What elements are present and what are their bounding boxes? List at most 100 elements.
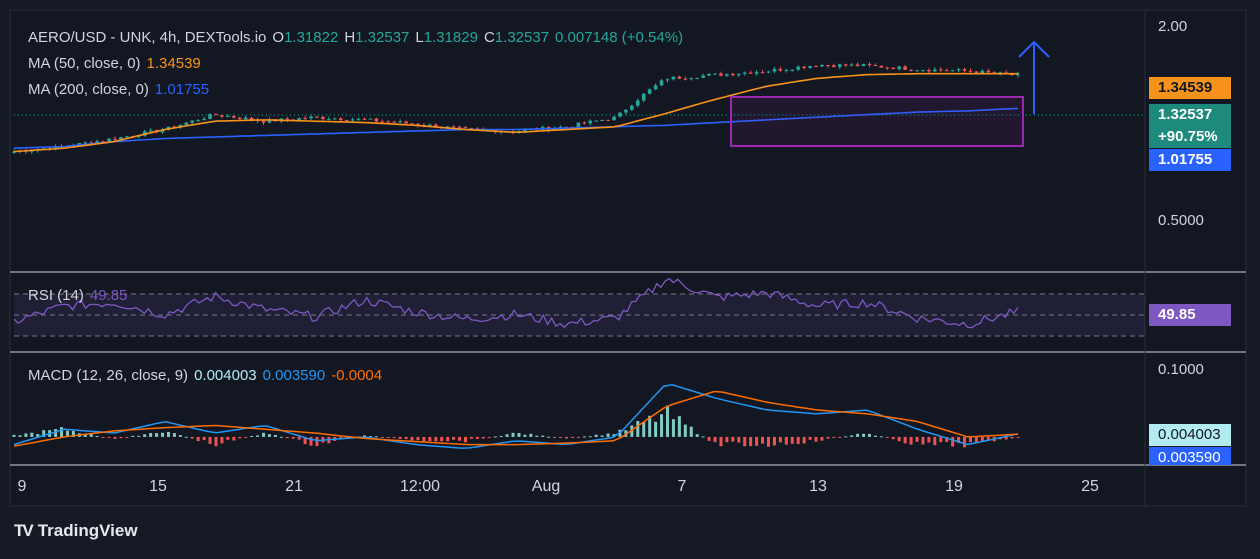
candle-body — [386, 121, 391, 123]
time-axis-label: 25 — [1081, 478, 1099, 495]
candle-body — [594, 120, 599, 122]
ma200-legend-label: MA (200, close, 0) — [28, 81, 149, 98]
macd-histogram-bar — [95, 436, 99, 438]
change-label: 0.007148 (+0.54%) — [555, 29, 684, 46]
macd-histogram-bar — [60, 427, 64, 437]
candle-body — [689, 78, 694, 80]
candle-body — [184, 122, 189, 125]
macd-histogram-bar — [505, 434, 509, 437]
macd-histogram-bar — [529, 433, 533, 437]
macd-histogram-bar — [689, 426, 693, 437]
time-axis-label: 19 — [945, 478, 963, 495]
candle-body — [606, 119, 610, 121]
candle-body — [618, 112, 622, 117]
macd-histogram-bar — [707, 436, 711, 441]
candle-body — [600, 119, 604, 121]
candle-body — [647, 89, 652, 94]
candle-body — [808, 66, 812, 68]
macd-histogram-bar — [487, 436, 491, 438]
candle-body — [356, 118, 361, 120]
macd-histogram-bar — [636, 420, 640, 437]
candle-body — [879, 65, 884, 68]
macd-histogram-bar — [582, 436, 586, 438]
ma50-legend-value: 1.34539 — [146, 55, 201, 72]
candle-body — [463, 127, 468, 129]
candle-body — [338, 118, 343, 121]
candle-body — [665, 79, 670, 81]
candle-body — [897, 66, 901, 70]
macd-histogram-bar — [232, 436, 236, 441]
macd-histogram-bar — [374, 436, 378, 438]
macd-histogram-bar — [469, 436, 473, 439]
macd-histogram-bar — [523, 434, 527, 437]
macd-histogram-bar — [178, 435, 182, 437]
macd-histogram-bar — [826, 436, 830, 439]
candle-body — [820, 64, 824, 67]
macd-histogram-bar — [244, 436, 248, 438]
candle-body — [843, 64, 848, 66]
candle-body — [582, 122, 587, 124]
time-axis-label: Aug — [531, 478, 561, 495]
candle-body — [659, 80, 664, 86]
macd-histogram-bar — [927, 436, 931, 443]
open-label: O1.31822 — [272, 29, 339, 46]
macd-histogram-bar — [392, 436, 396, 438]
candle-body — [950, 70, 955, 72]
macd-histogram-bar — [790, 436, 794, 444]
candle-body — [392, 121, 397, 123]
rsi-band — [14, 294, 1145, 336]
last-price-tag: 1.32537 +90.75% — [1149, 104, 1231, 148]
candle-body — [344, 120, 349, 122]
candle-body — [701, 75, 705, 78]
macd-histogram-bar — [428, 436, 432, 442]
macd-histogram-bar — [677, 416, 681, 437]
macd-histogram-bar — [190, 436, 194, 439]
macd-histogram-bar — [446, 436, 450, 442]
price-axis-mid: 0.5000 — [1158, 212, 1204, 229]
macd-histogram-bar — [838, 436, 842, 438]
candle-body — [802, 66, 806, 68]
macd-histogram-bar — [386, 436, 390, 438]
macd-histogram-bar — [784, 436, 788, 445]
candle-body — [677, 76, 682, 79]
candle-body — [861, 64, 866, 67]
macd-histogram-bar — [862, 433, 866, 437]
macd-histogram-bar — [309, 436, 313, 446]
macd-histogram-bar — [398, 436, 402, 440]
hist-legend-value: -0.0004 — [331, 367, 383, 384]
macd-histogram-bar — [499, 435, 503, 437]
last-price-value: 1.32537 — [1158, 106, 1213, 123]
macd-histogram-bar — [1016, 436, 1020, 438]
macd-histogram-bar — [968, 436, 972, 443]
rsi-legend: RSI (14) 49.85 — [28, 287, 133, 304]
macd-histogram-bar — [30, 432, 34, 437]
macd-histogram-bar — [511, 432, 515, 437]
candle-body — [731, 73, 735, 76]
macd-histogram-bar — [422, 436, 426, 442]
macd-histogram-bar — [202, 436, 206, 441]
candle-body — [362, 118, 367, 120]
tradingview-brand[interactable]: TV TradingView — [14, 521, 138, 541]
macd-histogram-bar — [796, 436, 800, 445]
macd-histogram-bar — [909, 436, 913, 445]
candle-body — [410, 123, 414, 125]
candle-body — [368, 118, 373, 120]
candle-body — [226, 116, 230, 118]
macd-histogram-bar — [143, 434, 147, 437]
candle-body — [624, 109, 628, 113]
macd-histogram-bar — [683, 424, 687, 437]
candle-body — [309, 116, 313, 119]
candle-body — [796, 66, 800, 70]
macd-histogram-bar — [155, 433, 159, 437]
candle-body — [754, 72, 759, 74]
header-legend: AERO/USD - UNK, 4h, DEXTools.io O1.31822 H… — [28, 29, 689, 46]
ma200-price-tag: 1.01755 — [1149, 149, 1231, 171]
candle-body — [327, 118, 331, 120]
macd-histogram-bar — [933, 436, 937, 446]
macd-histogram-bar — [802, 436, 806, 444]
macd-histogram-bar — [695, 434, 699, 437]
macd-histogram-bar — [24, 433, 28, 437]
candle-body — [333, 118, 337, 120]
ma50-price-tag: 1.34539 — [1149, 77, 1231, 99]
candle-body — [232, 116, 236, 118]
